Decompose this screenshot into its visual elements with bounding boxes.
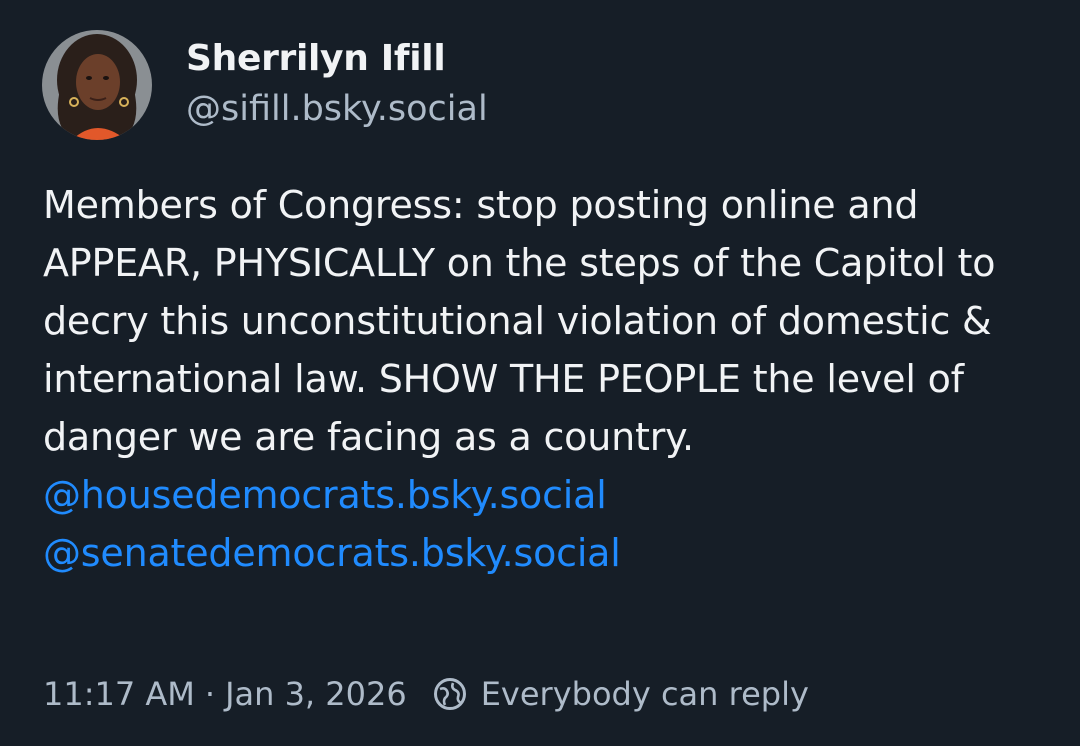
post-date[interactable]: Jan 3, 2026 xyxy=(225,672,407,716)
author-display-name[interactable]: Sherrilyn Ifill xyxy=(186,37,488,81)
reply-setting[interactable]: Everybody can reply xyxy=(481,672,809,716)
meta-separator: · xyxy=(204,675,216,713)
post-header: Sherrilyn Ifill @sifill.bsky.social xyxy=(42,30,488,140)
post-time: 11:17 AM xyxy=(43,675,195,713)
globe-icon xyxy=(431,675,469,713)
mention-link-house-democrats[interactable]: @housedemocrats.bsky.social xyxy=(43,466,1053,524)
author-names: Sherrilyn Ifill @sifill.bsky.social xyxy=(186,37,488,133)
author-handle[interactable]: @sifill.bsky.social xyxy=(186,85,488,133)
avatar-image xyxy=(42,30,152,140)
author-avatar[interactable] xyxy=(42,30,152,140)
post-meta: 11:17 AM · Jan 3, 2026 Everybody can rep… xyxy=(43,672,809,716)
mention-link-senate-democrats[interactable]: @senatedemocrats.bsky.social xyxy=(43,524,1053,582)
post-body: Members of Congress: stop posting online… xyxy=(43,176,1053,582)
post-text: Members of Congress: stop posting online… xyxy=(43,183,1016,459)
